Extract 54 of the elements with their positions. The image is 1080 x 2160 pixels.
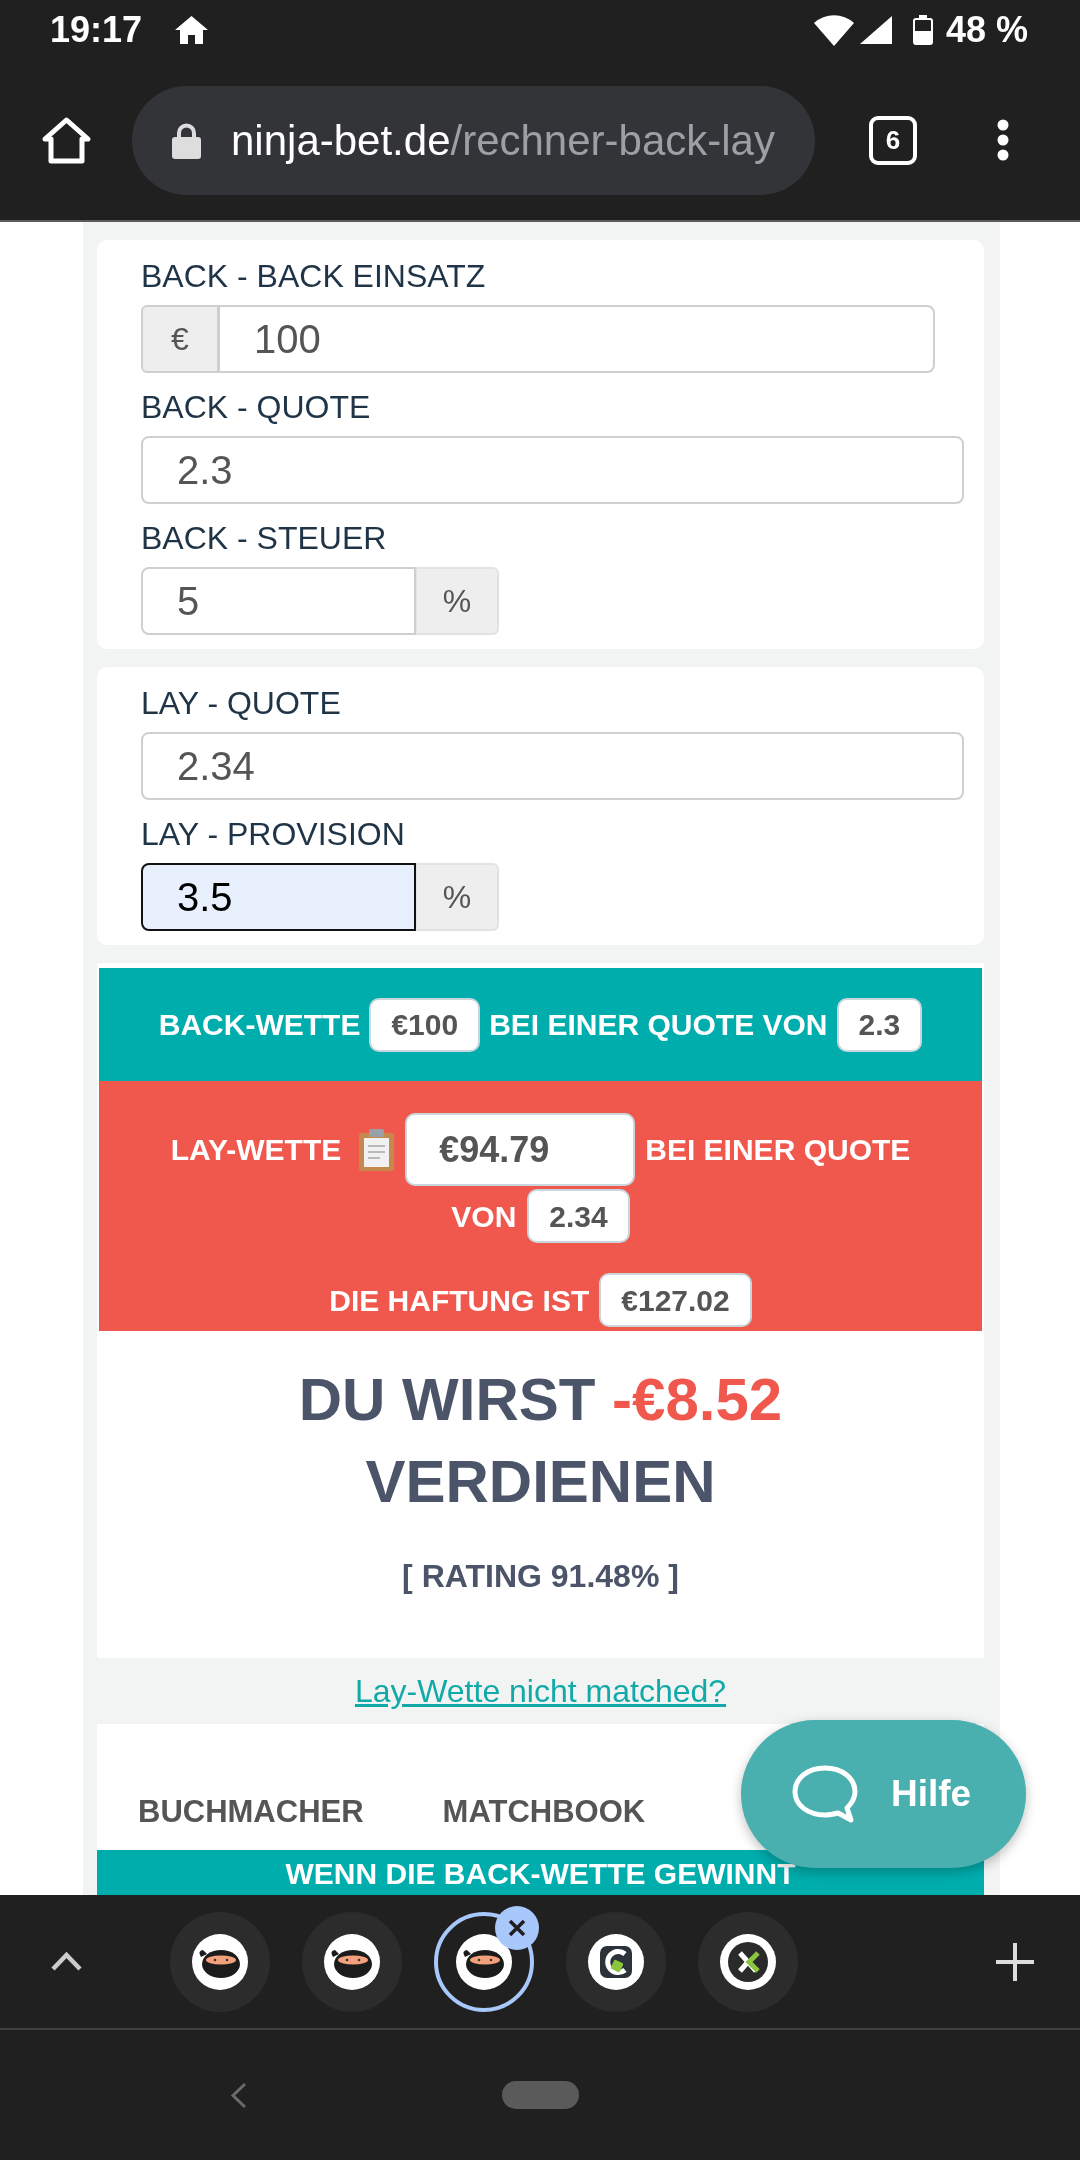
address-bar[interactable]: ninja-bet.de/rechner-back-lay [132,85,815,195]
ninja-icon [456,1933,512,1990]
signal-icon [859,16,892,44]
odds-text: VON [451,1198,517,1235]
number-input[interactable]: 2.3 [141,436,964,504]
ninja-icon [192,1933,248,1990]
field-label: BACK - QUOTE [141,388,371,426]
lock-icon [171,121,202,159]
chat-bubble-icon [792,1765,858,1823]
close-icon [508,1918,526,1937]
input-addon: % [415,567,499,635]
house-icon [175,16,209,44]
field-label: BACK - STEUER [141,519,387,557]
number-input[interactable]: 2.34 [141,732,964,800]
bet-label: LAY-WETTE [170,1132,342,1168]
tab-count-button[interactable]: 6 [869,115,917,165]
liability-value: €127.02 [599,1273,752,1327]
menu-icon[interactable] [997,119,1009,161]
field-label: BACK - BACK EINSATZ [141,257,486,295]
number-input[interactable]: 3.5 [141,863,416,931]
field-label: LAY - PROVISION [141,815,405,853]
profit-headline: DU WIRST -€8.52 VERDIENEN [298,1365,783,1517]
c-logo-icon [588,1933,644,1990]
section-tab[interactable]: BUCHMACHER [118,1774,384,1850]
odds-text: BEI EINER QUOTE VON [489,1007,828,1043]
scenario-heading: WENN DIE BACK-WETTE GEWINNT [97,1850,984,1895]
ninja-icon [324,1933,380,1990]
battery-percent: 48 % [945,8,1028,52]
home-handle[interactable] [502,2081,579,2109]
lay-stake-field[interactable]: €94.79 [405,1113,636,1186]
plus-icon[interactable] [995,1941,1035,1982]
rating-text: [ RATING 91.48% ] [402,1557,679,1595]
x-logo-icon [720,1933,776,1990]
url-text: ninja-bet.de/rechner-back-lay [231,115,775,166]
chevron-up-icon[interactable] [50,1951,83,1972]
liability-label: DIE HAFTUNG IST [329,1282,590,1319]
number-input[interactable]: 100 [218,305,935,373]
odds-value: 2.34 [527,1189,630,1243]
wifi-icon [813,14,854,46]
stake-value: €100 [369,997,481,1052]
input-addon: % [415,863,499,931]
back-icon[interactable] [230,2081,248,2109]
battery-icon [911,15,934,45]
clipboard-icon[interactable] [358,1128,396,1171]
home-icon[interactable] [41,115,92,165]
section-tab[interactable]: MATCHBOOK [422,1774,666,1850]
odds-value: 2.3 [836,997,923,1052]
bet-label: BACK-WETTE [158,1007,361,1043]
close-tab-button[interactable] [495,1905,539,1950]
number-input[interactable]: 5 [141,567,416,635]
input-addon: € [141,305,219,373]
field-label: LAY - QUOTE [141,684,341,722]
odds-text: BEI EINER QUOTE [645,1132,911,1168]
status-time: 19:17 [50,8,143,52]
